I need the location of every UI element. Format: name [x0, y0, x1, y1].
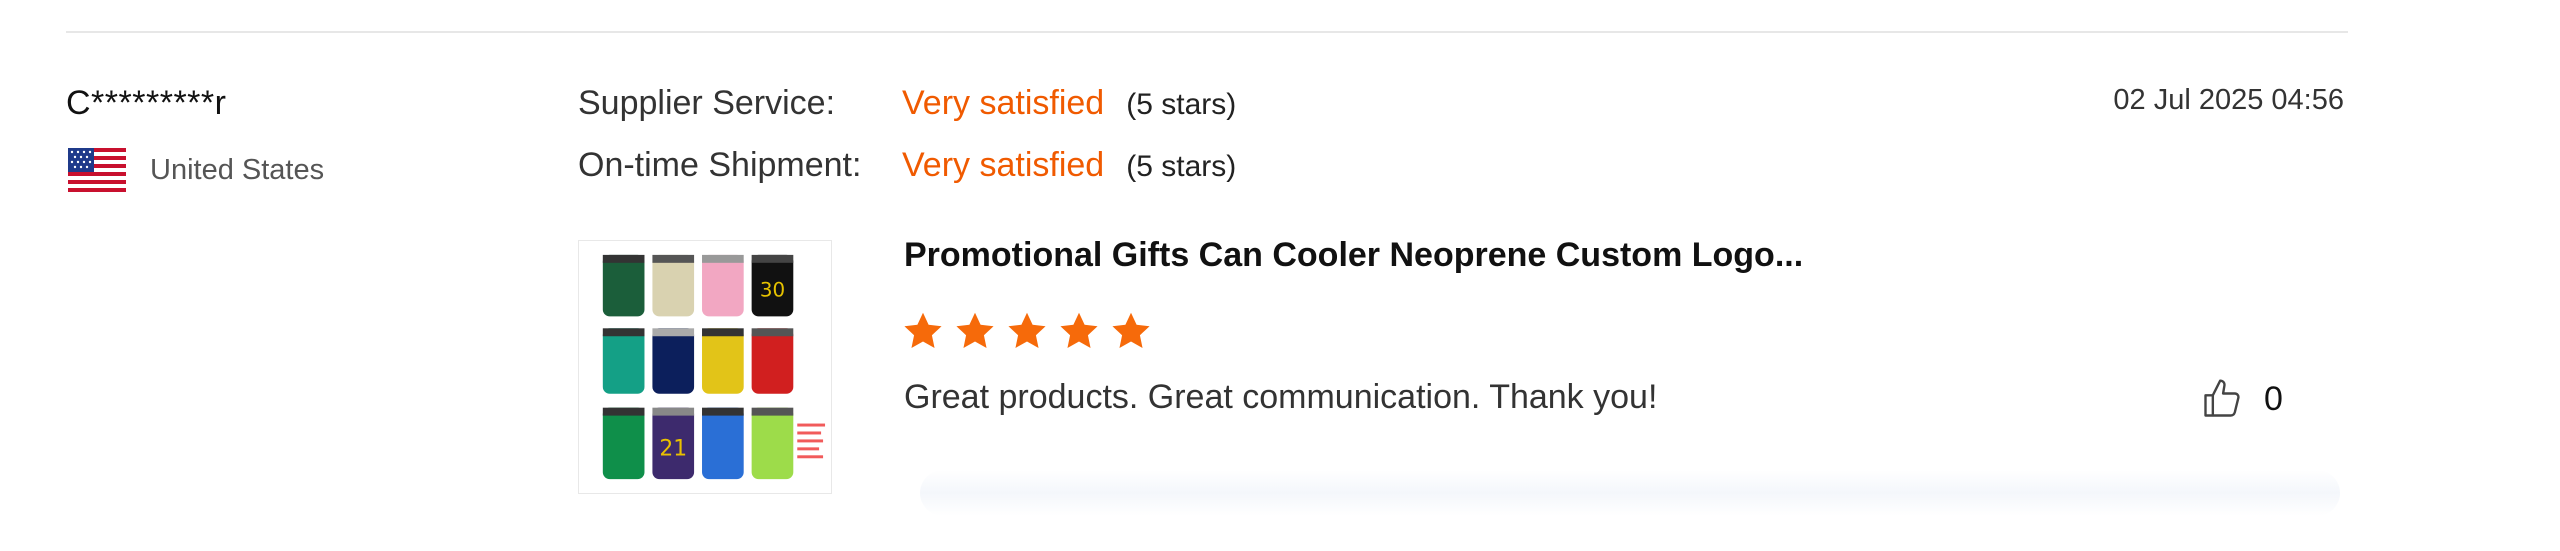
star-icon [904, 312, 942, 348]
rating-supplier-service: Supplier Service: Very satisfied (5 star… [578, 84, 1236, 123]
product-image: 30 21 [579, 241, 831, 493]
content-shadow [920, 470, 2340, 516]
thumbs-up-icon [2204, 379, 2240, 417]
star-icon [1112, 312, 1150, 348]
star-icon [956, 312, 994, 348]
rating-value: Very satisfied [902, 146, 1105, 184]
product-star-rating [902, 310, 1152, 352]
product-thumbnail[interactable]: 30 21 [578, 240, 832, 494]
us-flag-icon [68, 148, 126, 192]
reviewer-name: C*********r [66, 84, 227, 122]
rating-stars-text: (5 stars) [1126, 88, 1237, 121]
svg-text:21: 21 [659, 436, 687, 461]
rating-stars-text: (5 stars) [1126, 150, 1237, 183]
product-title-link[interactable]: Promotional Gifts Can Cooler Neoprene Cu… [904, 236, 1803, 275]
review-date: 02 Jul 2025 04:56 [2113, 84, 2344, 116]
rating-label: Supplier Service: [578, 84, 836, 122]
star-icon [1060, 312, 1098, 348]
review-text: Great products. Great communication. Tha… [904, 378, 1658, 416]
country-label: United States [150, 153, 325, 186]
like-button[interactable]: 0 [2200, 376, 2283, 422]
svg-text:30: 30 [760, 279, 785, 302]
rating-on-time-shipment: On-time Shipment: Very satisfied (5 star… [578, 146, 1236, 185]
section-divider [66, 31, 2348, 33]
star-icon [1008, 312, 1046, 348]
reviewer-country: United States [68, 148, 324, 192]
rating-value: Very satisfied [902, 84, 1105, 122]
like-count: 0 [2264, 379, 2283, 418]
rating-label: On-time Shipment: [578, 146, 862, 184]
